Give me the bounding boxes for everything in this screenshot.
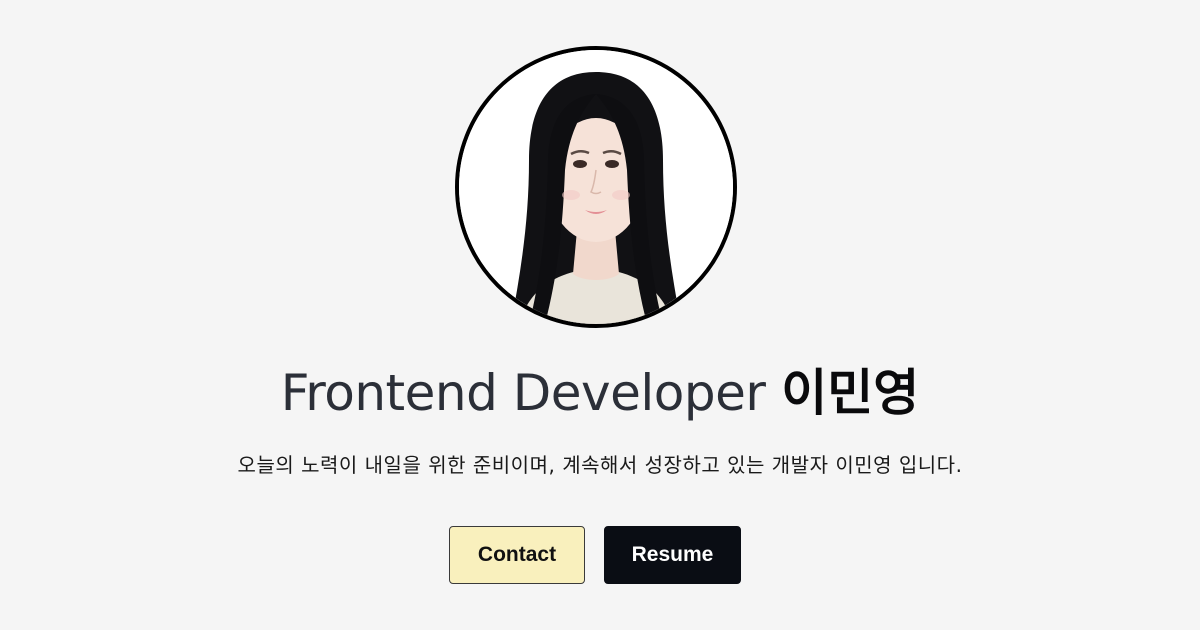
contact-button[interactable]: Contact bbox=[449, 526, 585, 584]
hero-title: Frontend Developer 이민영 bbox=[0, 358, 1200, 428]
resume-button[interactable]: Resume bbox=[604, 526, 741, 584]
hero-section: Frontend Developer 이민영 오늘의 노력이 내일을 위한 준비… bbox=[0, 0, 1200, 630]
profile-photo bbox=[455, 46, 737, 328]
role-text: Frontend Developer bbox=[280, 364, 766, 422]
name-text: 이민영 bbox=[781, 364, 920, 422]
intro-text: 오늘의 노력이 내일을 위한 준비이며, 계속해서 성장하고 있는 개발자 이민… bbox=[237, 453, 963, 477]
